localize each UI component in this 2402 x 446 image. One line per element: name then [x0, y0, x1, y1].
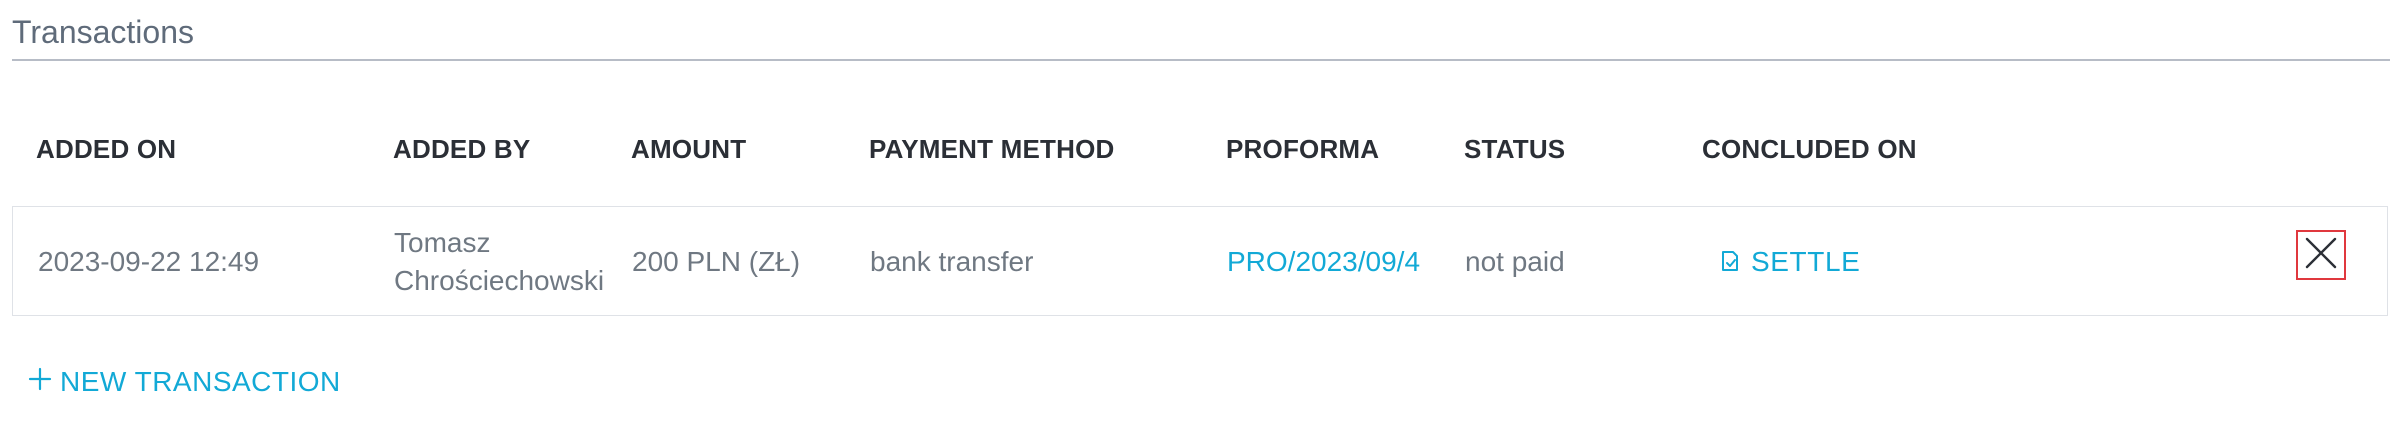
column-header-added-by: ADDED BY — [393, 134, 531, 164]
section-divider — [12, 59, 2390, 61]
remove-transaction-button[interactable] — [2296, 230, 2346, 280]
cell-added-by: Tomasz Chrościechowski — [394, 227, 605, 296]
cell-amount: 200 PLN (ZŁ) — [632, 246, 801, 277]
section-title: Transactions — [12, 14, 194, 50]
new-transaction-label: NEW TRANSACTION — [60, 366, 341, 397]
settle-receipt-icon — [1719, 250, 1741, 274]
cell-added-on: 2023-09-22 12:49 — [38, 246, 260, 277]
settle-button[interactable]: SETTLE — [1719, 243, 1860, 281]
new-transaction-button[interactable]: NEW TRANSACTION — [28, 363, 341, 401]
table-row: 2023-09-22 12:49 Tomasz Chrościechowski … — [12, 206, 2388, 316]
close-icon — [2304, 236, 2338, 275]
column-header-proforma: PROFORMA — [1226, 134, 1380, 164]
column-header-status: STATUS — [1464, 134, 1566, 164]
cell-payment-method: bank transfer — [870, 246, 1034, 277]
column-header-amount: AMOUNT — [631, 134, 747, 164]
proforma-link[interactable]: PRO/2023/09/4 — [1227, 243, 1420, 281]
cell-status: not paid — [1465, 246, 1565, 277]
settle-label: SETTLE — [1751, 246, 1861, 277]
column-header-added-on: ADDED ON — [36, 134, 177, 164]
column-header-concluded-on: CONCLUDED ON — [1702, 134, 1917, 164]
plus-icon — [28, 363, 52, 401]
column-header-payment-method: PAYMENT METHOD — [869, 134, 1115, 164]
